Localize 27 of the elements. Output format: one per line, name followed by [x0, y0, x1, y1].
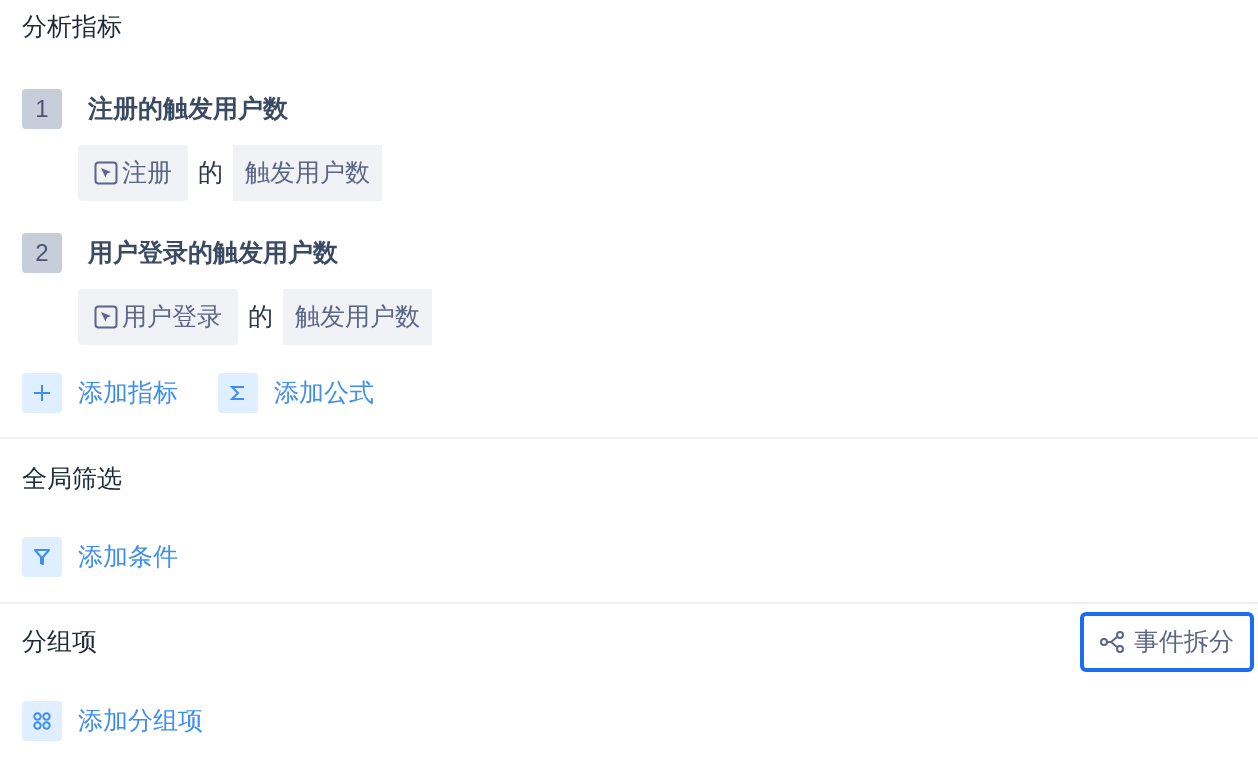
event-name: 注册 — [122, 157, 172, 189]
index-badge: 1 — [22, 89, 62, 129]
plus-icon[interactable] — [22, 373, 62, 413]
cursor-icon — [94, 305, 118, 329]
connector-text: 的 — [247, 301, 274, 333]
sigma-icon[interactable] — [218, 373, 258, 413]
event-chip[interactable]: 用户登录 — [78, 289, 238, 345]
measure-chip[interactable]: 触发用户数 — [283, 289, 432, 345]
add-link[interactable]: 添加条件 — [78, 538, 178, 576]
connector-text: 的 — [197, 157, 224, 189]
event-name: 用户登录 — [122, 301, 222, 333]
section-title: 全局筛选 — [22, 463, 122, 495]
metric-name: 用户登录的触发用户数 — [88, 237, 338, 269]
measure-chip[interactable]: 触发用户数 — [233, 145, 382, 201]
share-icon — [1100, 631, 1126, 653]
cursor-icon — [94, 161, 118, 185]
add-link[interactable]: 添加公式 — [274, 374, 374, 412]
index-badge: 2 — [22, 233, 62, 273]
filter-icon[interactable] — [22, 537, 62, 577]
grid-circles-icon[interactable] — [22, 701, 62, 741]
metric-name: 注册的触发用户数 — [88, 93, 288, 125]
split-button[interactable]: 事件拆分 — [1080, 612, 1254, 672]
event-chip[interactable]: 注册 — [78, 145, 188, 201]
section-title: 分析指标 — [21, 11, 123, 43]
add-link[interactable]: 添加分组项 — [78, 702, 203, 740]
add-link[interactable]: 添加指标 — [78, 374, 178, 412]
section-title: 分组项 — [22, 626, 97, 658]
